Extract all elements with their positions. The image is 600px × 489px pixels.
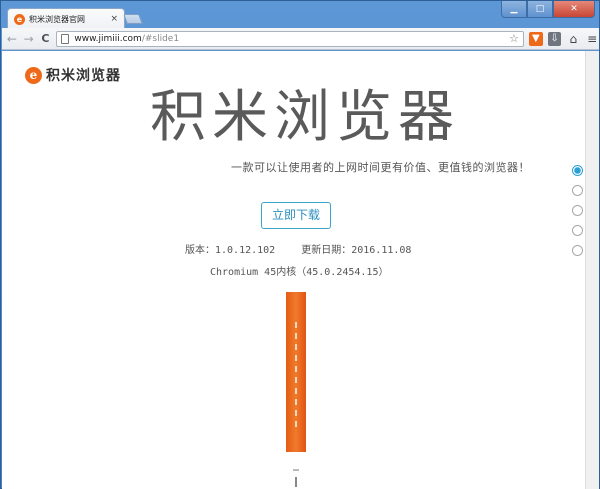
download-button[interactable]: 立即下载: [261, 202, 331, 229]
version-label: 版本：1.0.12.102: [185, 245, 276, 256]
slide-pagination: [572, 165, 583, 265]
hero-title: 积米浏览器: [150, 85, 460, 150]
url-path: /#slide1: [141, 33, 180, 44]
download-extension-icon[interactable]: ⇩: [547, 31, 562, 46]
url-host: www.jimiii.com: [74, 33, 142, 44]
fox-extension-icon[interactable]: ▼: [528, 31, 543, 46]
site-logo[interactable]: e 积米浏览器: [25, 65, 121, 85]
new-tab-button[interactable]: [123, 14, 143, 24]
core-info: Chromium 45内核（45.0.2454.15）: [210, 267, 389, 278]
jimi-favicon-icon: e: [14, 13, 25, 25]
screenshot-stem: [295, 477, 297, 487]
tab-title: 积米浏览器官网: [29, 14, 85, 24]
browser-window: e 积米浏览器官网 × ▁ □ ✕ ← → C www.jimiii.com /…: [0, 0, 600, 489]
reload-button[interactable]: C: [39, 31, 53, 47]
home-icon[interactable]: ⌂: [566, 32, 580, 46]
slide-dot-5[interactable]: [572, 245, 583, 256]
update-date-label: 更新日期：2016.11.08: [301, 245, 412, 256]
page-content: e 积米浏览器 积米浏览器 一款可以让使用者的上网时间更有价值、更值钱的浏览器！…: [2, 51, 585, 489]
slide-dot-1[interactable]: [572, 165, 583, 176]
tab-close-icon[interactable]: ×: [110, 14, 118, 24]
address-bar[interactable]: www.jimiii.com /#slide1 ☆: [56, 30, 524, 47]
forward-button[interactable]: →: [22, 31, 36, 47]
tab-jimi-official[interactable]: e 积米浏览器官网 ×: [7, 8, 125, 29]
version-info: 版本：1.0.12.102 更新日期：2016.11.08: [185, 241, 411, 256]
close-window-button[interactable]: ✕: [553, 1, 595, 18]
screenshot-base: [293, 469, 299, 471]
bookmark-star-icon[interactable]: ☆: [509, 32, 519, 45]
logo-text: 积米浏览器: [46, 68, 121, 84]
back-button[interactable]: ←: [5, 31, 19, 47]
slide-dot-2[interactable]: [572, 185, 583, 196]
page-icon: [61, 33, 70, 44]
maximize-button[interactable]: □: [527, 1, 553, 18]
vertical-scrollbar[interactable]: [585, 51, 599, 489]
menu-icon[interactable]: ≡: [585, 32, 599, 46]
slide-dot-3[interactable]: [572, 205, 583, 216]
jimi-logo-icon: e: [25, 66, 42, 84]
tagline: 一款可以让使用者的上网时间更有价值、更值钱的浏览器！: [231, 161, 530, 174]
browser-toolbar: ← → C www.jimiii.com /#slide1 ☆ ▼ ⇩ ⌂ ≡: [2, 28, 599, 50]
product-screenshot: [286, 292, 306, 452]
slide-dot-4[interactable]: [572, 225, 583, 236]
tab-strip: e 积米浏览器官网 × ▁ □ ✕: [1, 1, 600, 29]
window-controls: ▁ □ ✕: [501, 1, 595, 18]
minimize-button[interactable]: ▁: [501, 1, 527, 18]
